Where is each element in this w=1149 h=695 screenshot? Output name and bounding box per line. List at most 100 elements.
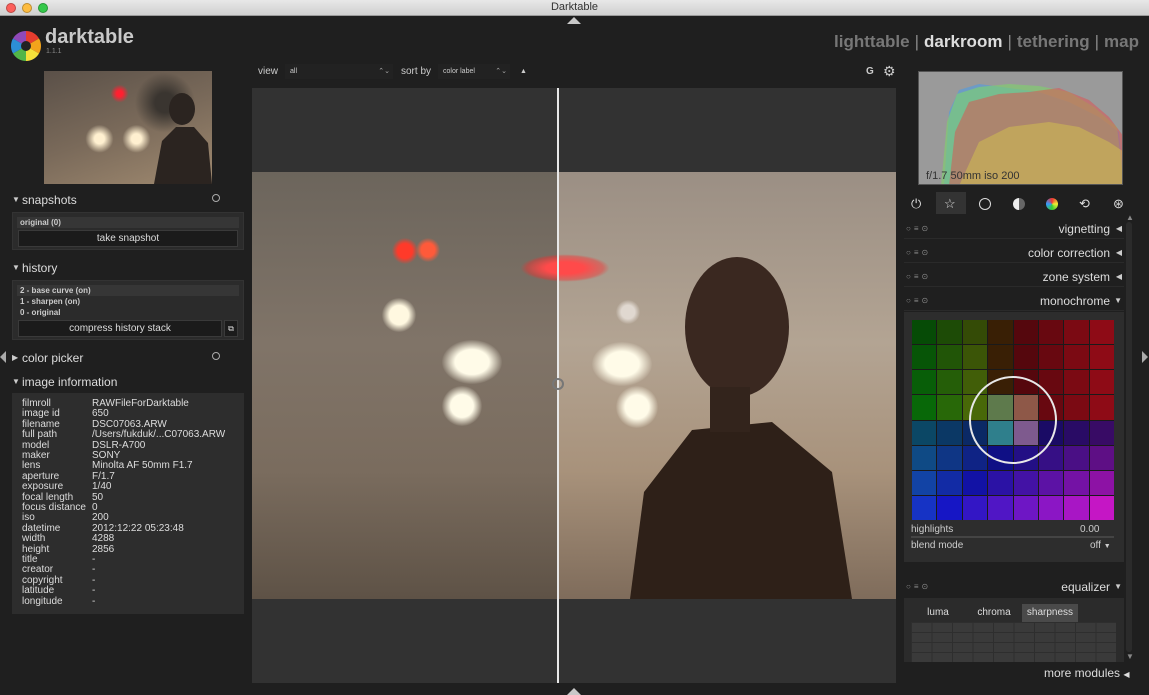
top-panel-toggle-arrow-icon[interactable] — [567, 17, 581, 24]
snapshots-reset-icon[interactable] — [212, 194, 220, 202]
grid-cell — [937, 445, 962, 470]
histogram[interactable] — [918, 71, 1123, 185]
grid-cell — [1038, 470, 1064, 495]
take-snapshot-button[interactable]: take snapshot — [18, 230, 238, 247]
info-value: 2012:12:22 05:23:48 — [92, 522, 184, 534]
scroll-up-arrow-icon[interactable]: ▲ — [1126, 213, 1134, 222]
tab-luma[interactable]: luma — [913, 604, 963, 622]
correct-group-icon[interactable]: ⟲ — [1079, 196, 1093, 211]
info-value: DSC07063.ARW — [92, 418, 167, 430]
favorites-star-icon[interactable]: ☆ — [944, 196, 958, 211]
module-controls-icon[interactable]: ○≡⊙ — [906, 272, 931, 281]
module-controls-icon[interactable]: ○≡⊙ — [906, 224, 931, 233]
tone-group-icon[interactable] — [1013, 198, 1025, 210]
expand-arrow-icon[interactable]: ◀ — [1116, 272, 1122, 281]
power-icon[interactable]: ⏻ — [911, 196, 925, 211]
preferences-gear-icon[interactable]: ⚙ — [883, 63, 896, 80]
info-value: - — [92, 585, 96, 597]
monochrome-filter-circle[interactable] — [969, 376, 1057, 464]
expand-arrow-icon[interactable]: ◀ — [1116, 248, 1122, 257]
grid-cell — [962, 320, 988, 345]
image-information-header[interactable]: ▼ image information — [12, 375, 244, 391]
view-filter-label: view — [258, 66, 279, 77]
grid-cell — [912, 470, 937, 495]
highlights-value[interactable]: 0.00 — [1080, 524, 1099, 535]
module-name: vignetting — [1058, 222, 1110, 236]
grid-cell — [1089, 470, 1114, 495]
view-tethering[interactable]: tethering — [1017, 32, 1090, 51]
modules-scrollbar[interactable] — [1126, 222, 1132, 652]
view-darkroom[interactable]: darkroom — [924, 32, 1002, 51]
module-vignetting[interactable]: ○≡⊙ vignetting ◀ — [904, 219, 1124, 239]
navigation-thumbnail[interactable] — [44, 71, 212, 184]
history-style-icon[interactable]: ⧉ — [224, 320, 238, 337]
more-modules-label: more modules — [1044, 666, 1121, 680]
basic-group-circle-icon[interactable] — [979, 198, 991, 210]
view-map[interactable]: map — [1104, 32, 1139, 51]
grid-cell — [912, 395, 937, 420]
history-item[interactable]: 2 - base curve (on) — [17, 285, 239, 296]
grid-cell — [937, 395, 962, 420]
info-value: SONY — [92, 450, 121, 461]
left-panel-collapse-arrow-icon[interactable] — [0, 351, 6, 363]
grid-cell — [1013, 470, 1038, 495]
grid-cell — [1064, 320, 1089, 345]
equalizer-graph[interactable] — [911, 622, 1116, 662]
expand-arrow-icon[interactable]: ◀ — [1116, 224, 1122, 233]
snapshot-item[interactable]: original (0) — [17, 217, 239, 228]
grid-cell — [912, 345, 937, 370]
module-controls-icon[interactable]: ○≡⊙ — [906, 582, 931, 591]
histogram-exif-info: f/1.7 50mm iso 200 — [926, 170, 1020, 182]
grid-cell — [1013, 345, 1038, 370]
sort-by-select[interactable]: color label ⌃⌄ — [438, 64, 510, 79]
info-value: /Users/fukduk/...C07063.ARW — [92, 429, 226, 441]
color-picker-title: color picker — [22, 351, 84, 365]
grid-cell — [1089, 445, 1114, 470]
highlights-slider[interactable] — [911, 536, 1114, 538]
tab-sharpness[interactable]: sharpness — [1022, 604, 1078, 622]
tab-chroma[interactable]: chroma — [968, 604, 1020, 622]
view-filter-select[interactable]: all ⌃⌄ — [285, 64, 393, 79]
snapshots-header[interactable]: ▼ snapshots — [12, 193, 244, 209]
module-zone-system[interactable]: ○≡⊙ zone system ◀ — [904, 267, 1124, 287]
sort-direction-button[interactable]: ▲ — [520, 68, 527, 75]
module-name: zone system — [1042, 270, 1110, 284]
more-modules-button[interactable]: more modules ◀ — [1044, 666, 1130, 680]
grouping-button[interactable]: G — [866, 66, 874, 77]
info-value: - — [92, 574, 96, 586]
right-panel-collapse-arrow-icon[interactable] — [1142, 351, 1148, 363]
history-item[interactable]: 1 - sharpen (on) — [17, 296, 239, 307]
grid-cell — [912, 495, 937, 520]
history-header[interactable]: ▼ history — [12, 261, 244, 277]
info-key: image id — [22, 408, 60, 420]
color-group-icon[interactable] — [1046, 198, 1058, 210]
color-picker-reset-icon[interactable] — [212, 352, 220, 360]
module-color-correction[interactable]: ○≡⊙ color correction ◀ — [904, 243, 1124, 263]
blend-mode-value: off — [1090, 540, 1101, 551]
module-controls-icon[interactable]: ○≡⊙ — [906, 248, 931, 257]
module-monochrome[interactable]: ○≡⊙ monochrome ▼ — [904, 291, 1124, 311]
view-filter-value: all — [290, 68, 298, 75]
blend-mode-select[interactable]: off ▼ — [1090, 540, 1111, 551]
color-picker-header[interactable]: ▶ color picker — [12, 351, 244, 367]
info-key: latitude — [22, 585, 55, 597]
effects-group-icon[interactable]: ⊛ — [1113, 196, 1127, 211]
image-preview[interactable] — [252, 172, 896, 599]
info-key: width — [22, 533, 46, 545]
image-information-title: image information — [22, 375, 118, 389]
module-controls-icon[interactable]: ○≡⊙ — [906, 296, 931, 305]
collapse-arrow-icon[interactable]: ▼ — [1114, 582, 1122, 591]
grid-cell — [1064, 345, 1089, 370]
grid-cell — [1064, 495, 1089, 520]
history-item[interactable]: 0 - original — [17, 307, 239, 318]
module-equalizer[interactable]: ○≡⊙ equalizer ▼ — [904, 577, 1124, 597]
grid-cell — [912, 370, 937, 395]
split-handle-icon[interactable] — [552, 378, 564, 390]
grid-cell — [962, 495, 988, 520]
scroll-down-arrow-icon[interactable]: ▼ — [1126, 652, 1134, 661]
info-key: lens — [22, 460, 41, 472]
compress-history-button[interactable]: compress history stack — [18, 320, 222, 337]
collapse-arrow-icon[interactable]: ▼ — [1114, 296, 1122, 305]
view-lighttable[interactable]: lighttable — [834, 32, 910, 51]
grid-cell — [1089, 320, 1114, 345]
